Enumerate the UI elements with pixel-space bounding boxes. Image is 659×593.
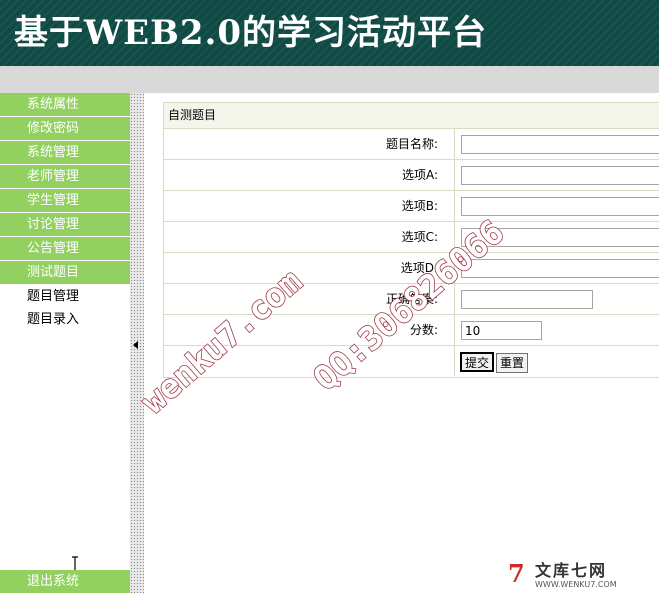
sidebar-item-notice-management[interactable]: 公告管理 [0,237,130,260]
form-row-correct-answer: 正确答案: [164,284,659,315]
sidebar-item-system-management[interactable]: 系统管理 [0,141,130,164]
option-d-label: 选项D: [164,253,455,283]
correct-answer-input[interactable] [461,290,593,309]
option-b-input[interactable] [461,197,659,216]
form-title: 自测题目 [164,103,659,129]
sidebar-item-test-questions[interactable]: 测试题目 [0,261,130,284]
submit-button[interactable]: 提交 [460,352,495,372]
app-title: 基于WEB2.0的学习活动平台 [14,13,487,53]
reset-button[interactable]: 重置 [496,352,529,373]
sidebar-item-student-management[interactable]: 学生管理 [0,189,130,212]
sidebar: 系统属性 修改密码 系统管理 老师管理 学生管理 讨论管理 公告管理 测试题目 … [0,93,130,593]
score-label: 分数: [164,315,455,345]
form-row-question-name: 题目名称: [164,129,659,160]
sidebar-item-logout[interactable]: 退出系统 [0,570,130,593]
option-a-input[interactable] [461,166,659,185]
sidebar-item-teacher-management[interactable]: 老师管理 [0,165,130,188]
sidebar-subitem-question-management[interactable]: 题目管理 [0,285,130,308]
option-c-input[interactable] [461,228,659,247]
sidebar-item-discussion-management[interactable]: 讨论管理 [0,213,130,236]
form-row-option-a: 选项A: [164,160,659,191]
sidebar-item-system-properties[interactable]: 系统属性 [0,93,130,116]
collapse-arrow-icon[interactable] [133,341,138,349]
correct-answer-label: 正确答案: [164,284,455,314]
option-c-label: 选项C: [164,222,455,252]
option-b-label: 选项B: [164,191,455,221]
brand-name: 文库七网 [535,561,608,580]
app-header: 基于WEB2.0的学习活动平台 [0,0,659,66]
brand-url: WWW.WENKU7.COM [535,580,617,589]
form-row-actions: 提交 重置 [164,346,659,377]
option-d-input[interactable] [461,259,659,278]
sidebar-subitem-question-entry[interactable]: 题目录入 [0,308,130,331]
main-content: 自测题目 题目名称: 选项A: 选项B: 选项C: 选项D: 正确答案: 分数: [144,93,659,593]
brand-logo: 7 文库七网 WWW.WENKU7.COM [508,562,658,590]
score-input[interactable] [461,321,542,340]
question-name-input[interactable] [461,135,659,154]
form-row-score: 分数: [164,315,659,346]
form-row-option-c: 选项C: [164,222,659,253]
top-bar [0,66,659,93]
form-row-option-d: 选项D: [164,253,659,284]
form-row-option-b: 选项B: [164,191,659,222]
question-name-label: 题目名称: [164,129,455,159]
sidebar-item-change-password[interactable]: 修改密码 [0,117,130,140]
option-a-label: 选项A: [164,160,455,190]
brand-mark: 7 [508,559,525,588]
question-entry-form: 自测题目 题目名称: 选项A: 选项B: 选项C: 选项D: 正确答案: 分数: [163,102,659,378]
actions-label-cell [164,346,455,376]
